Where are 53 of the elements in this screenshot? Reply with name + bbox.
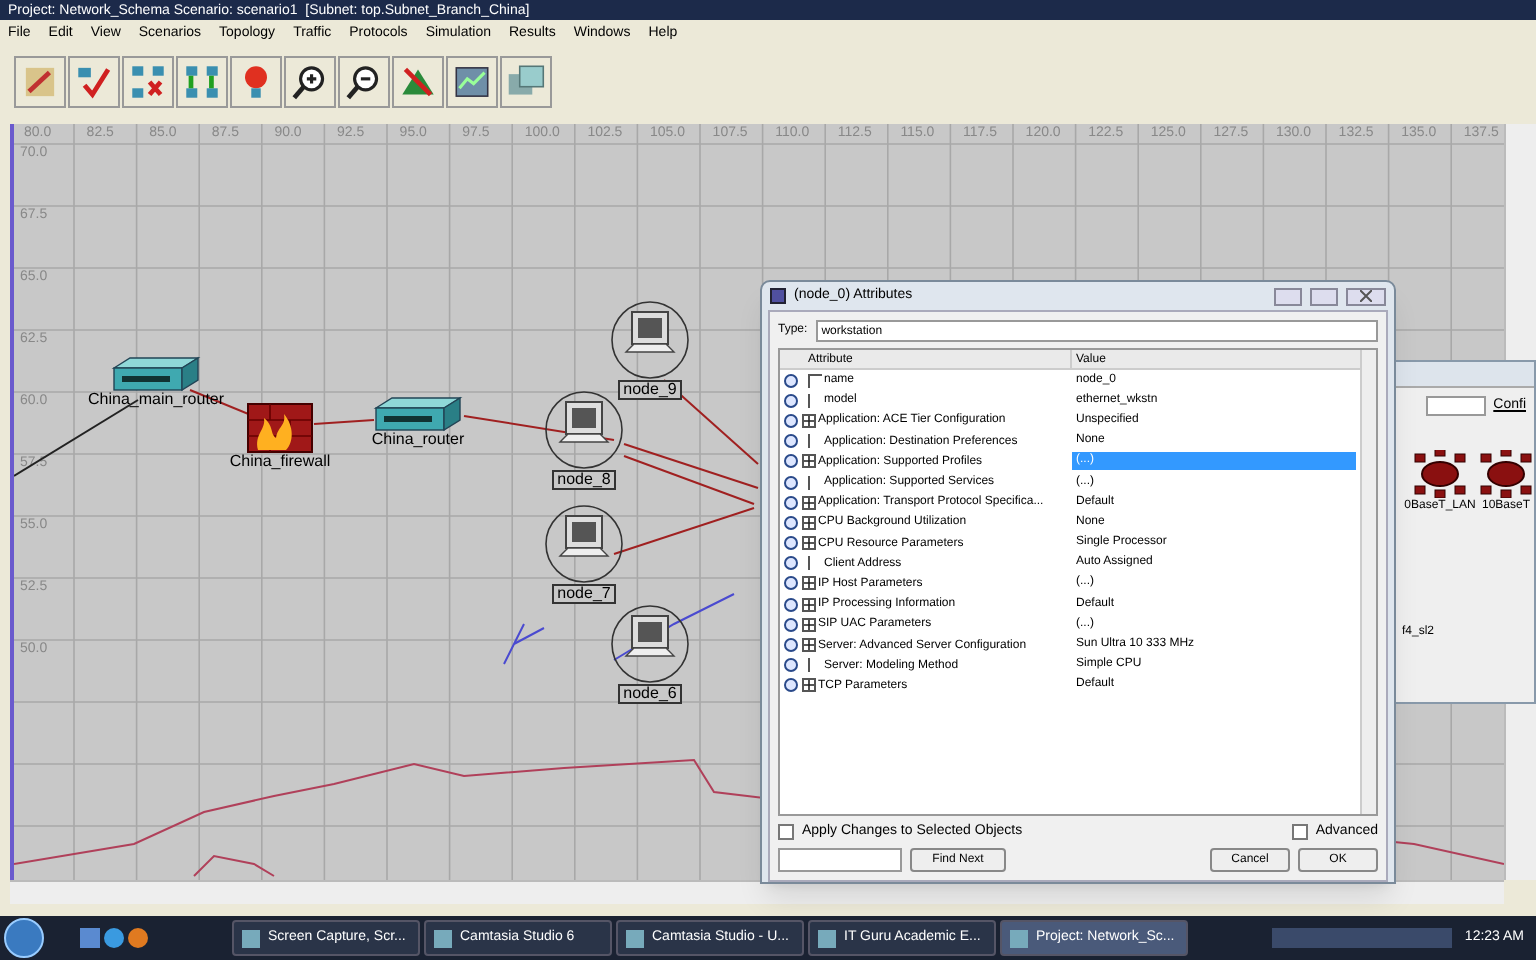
fail-tool-icon [126,60,170,104]
checkbox[interactable] [1291,823,1308,840]
map-line [613,593,735,661]
app-icon [434,929,452,947]
app-icon [1010,929,1028,947]
close-button[interactable] [1346,287,1386,305]
toolbar-button[interactable] [284,56,336,108]
expand-icon[interactable] [802,576,816,591]
app-icon [242,929,260,947]
map-border-line [193,854,275,877]
hub-icon [1414,449,1466,497]
dropdown-field[interactable] [1425,396,1486,417]
expand-icon[interactable] [802,617,816,632]
expand-icon[interactable] [802,678,816,693]
app-icon [818,929,836,947]
maximize-button[interactable] [1310,287,1338,305]
firewall-icon [246,402,314,454]
router-icon [110,356,203,392]
scrollbar[interactable] [1360,350,1376,813]
node-label: China_router [371,432,465,448]
workstation-icon [544,390,624,470]
node-label: China_firewall [229,454,331,470]
workstation-icon [610,300,690,380]
start-button[interactable] [4,918,44,958]
expand-icon[interactable] [802,413,816,428]
recover-tool-icon [180,60,224,104]
node-label: node_9 [617,380,683,400]
link-line [613,507,755,555]
toolbar-button[interactable] [338,56,390,108]
expand-icon[interactable] [802,454,816,469]
router-icon [372,396,464,432]
close-icon [1360,290,1372,302]
checkbox[interactable] [778,823,794,840]
workstation-icon [610,604,690,684]
expand-icon[interactable] [802,495,816,510]
link-line [313,419,375,425]
toolbar-button[interactable] [446,56,498,108]
expand-icon[interactable] [802,536,816,551]
tree-line-icon [808,373,822,388]
expand-icon[interactable] [802,597,816,612]
expand-icon[interactable] [802,515,816,530]
app-icon [770,288,786,304]
node-label: node_6 [617,684,683,704]
expand-icon[interactable] [802,638,816,653]
node-label: node_7 [551,584,617,604]
app-icon [626,929,644,947]
node-label: node_8 [551,470,617,490]
workstation-icon [544,504,624,584]
horizontal-scrollbar[interactable] [10,880,1504,904]
map-line [503,623,545,665]
minimize-button[interactable] [1274,287,1302,305]
hub-icon [1480,449,1532,497]
search-field[interactable] [778,848,902,872]
